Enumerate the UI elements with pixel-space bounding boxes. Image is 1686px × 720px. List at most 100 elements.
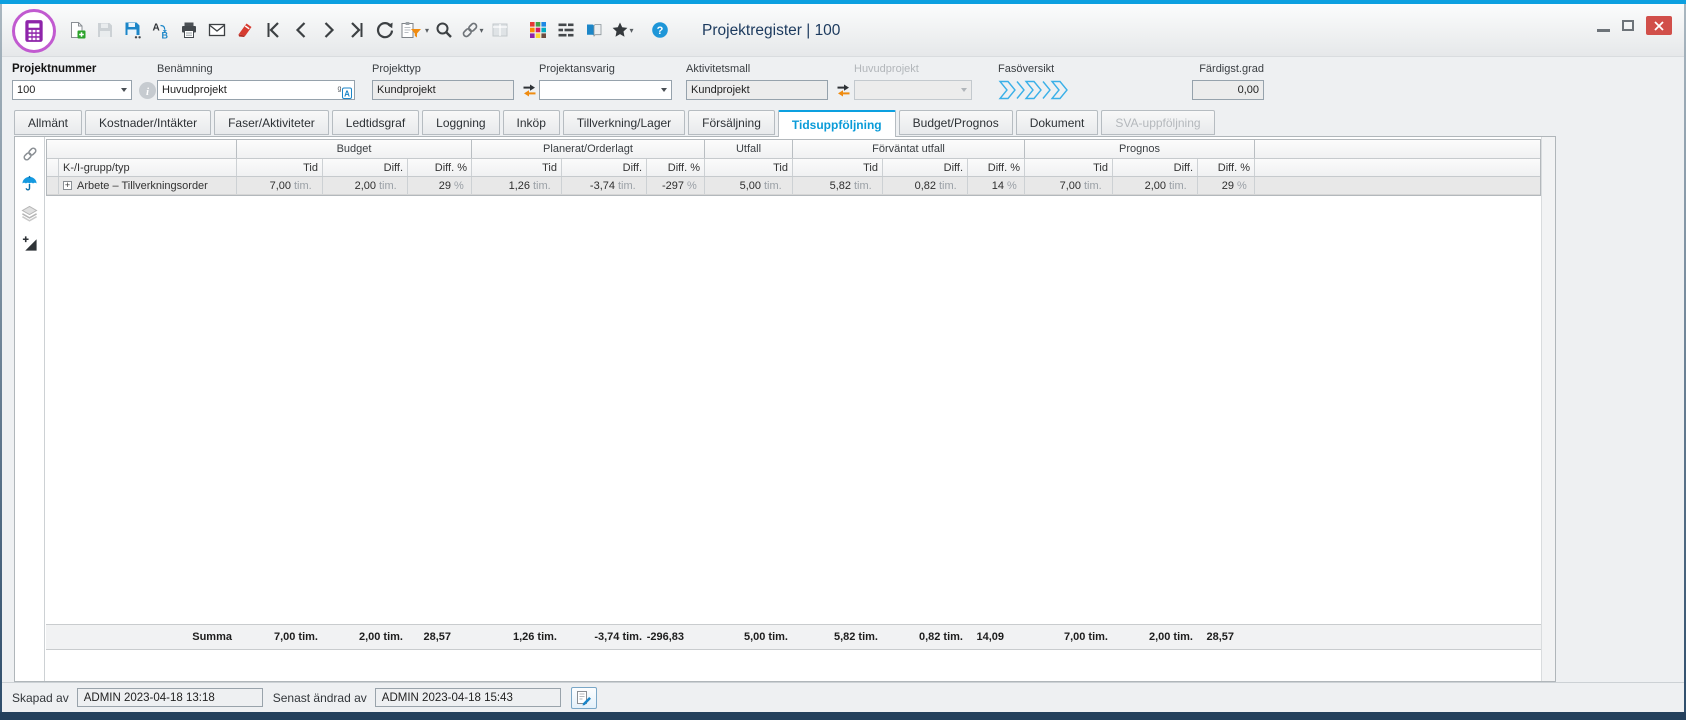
- group-header-utfall: Utfall: [705, 140, 793, 158]
- edit-note-button[interactable]: [571, 687, 597, 709]
- header-utfall-tid[interactable]: Tid: [705, 159, 793, 176]
- group-header-empty: [47, 140, 237, 158]
- expand-icon[interactable]: [63, 181, 72, 190]
- aktivitetsmall-label: Aktivitetsmall: [686, 63, 828, 75]
- projektansvarig-combobox[interactable]: [539, 80, 672, 100]
- info-button[interactable]: i: [137, 80, 157, 100]
- title-bar: AB ▾ ▾ ▾ ? Projektregister | 100: [2, 4, 1684, 57]
- new-record-icon[interactable]: [64, 17, 90, 43]
- list-window-filter-icon[interactable]: ▾: [400, 17, 429, 43]
- reports-icon[interactable]: [581, 17, 607, 43]
- cell-budget-diff: 2,00tim.: [323, 177, 408, 194]
- aktivitetsmall-jump-icon[interactable]: [833, 80, 853, 100]
- dropdown-caret-icon: ▾: [480, 26, 484, 35]
- help-icon[interactable]: ?: [647, 17, 673, 43]
- svg-text:A: A: [344, 89, 350, 98]
- vertical-scrollbar[interactable]: [1541, 137, 1555, 681]
- refresh-icon[interactable]: [372, 17, 398, 43]
- header-plan-tid[interactable]: Tid: [472, 159, 562, 176]
- huvudprojekt-combobox: [854, 80, 972, 100]
- chevron-down-icon: [121, 88, 127, 92]
- fardigstgrad-label: Färdigst.grad: [1192, 63, 1264, 75]
- print-icon[interactable]: [176, 17, 202, 43]
- benamning-label: Benämning: [157, 63, 355, 75]
- header-prognos-diffpct[interactable]: Diff. %: [1198, 159, 1255, 176]
- cell-plan-diff: -3,74tim.: [562, 177, 647, 194]
- maximize-icon[interactable]: [1622, 20, 1634, 31]
- tab-forsaljning[interactable]: Försäljning: [688, 110, 775, 135]
- table-header-row: K-/I-grupp/typ Tid Diff. Diff. % Tid Dif…: [47, 159, 1540, 177]
- tab-tidsuppfoljning[interactable]: Tidsuppföljning: [778, 110, 896, 137]
- header-budget-diff[interactable]: Diff.: [323, 159, 408, 176]
- footer-bar: Skapad av ADMIN 2023-04-18 13:18 Senast …: [2, 682, 1684, 712]
- dropdown-caret-icon: ▾: [630, 26, 634, 35]
- modified-by-field: ADMIN 2023-04-18 15:43: [375, 688, 561, 707]
- header-plan-diff[interactable]: Diff.: [562, 159, 647, 176]
- umbrella-icon[interactable]: [21, 175, 38, 197]
- cell-prognos-diffpct: 29%: [1198, 177, 1255, 194]
- group-header-budget: Budget: [237, 140, 472, 158]
- link-icon[interactable]: [22, 146, 38, 167]
- linked-records-icon[interactable]: ▾: [459, 17, 485, 43]
- minimize-icon[interactable]: [1597, 29, 1610, 32]
- header-forv-tid[interactable]: Tid: [793, 159, 883, 176]
- header-indicator: [47, 159, 59, 176]
- projekttyp-field[interactable]: Kundprojekt: [372, 80, 514, 100]
- chart-icon[interactable]: [21, 235, 38, 257]
- time-followup-table: Budget Planerat/Orderlagt Utfall Förvänt…: [46, 139, 1541, 196]
- row-indicator: [47, 177, 59, 194]
- tab-ledtidsgraf[interactable]: Ledtidsgraf: [332, 110, 419, 135]
- tab-bar: Allmänt Kostnader/Intäkter Faser/Aktivit…: [14, 110, 1215, 136]
- header-budget-diffpct[interactable]: Diff. %: [408, 159, 472, 176]
- summary-forv-diffpct: 14,09: [967, 631, 1024, 643]
- save-as-icon[interactable]: [120, 17, 146, 43]
- tab-kostnader-intakter[interactable]: Kostnader/Intäkter: [85, 110, 211, 135]
- next-record-icon[interactable]: [316, 17, 342, 43]
- tab-dokument[interactable]: Dokument: [1016, 110, 1099, 135]
- first-record-icon[interactable]: [260, 17, 286, 43]
- svg-text:A: A: [153, 23, 160, 34]
- search-icon[interactable]: [431, 17, 457, 43]
- tab-faser-aktiviteter[interactable]: Faser/Aktiviteter: [214, 110, 329, 135]
- rename-icon[interactable]: AB: [148, 17, 174, 43]
- tab-allmant[interactable]: Allmänt: [14, 110, 82, 135]
- benamning-input[interactable]: Huvudprojekt gA: [157, 80, 355, 100]
- header-plan-diffpct[interactable]: Diff. %: [647, 159, 705, 176]
- tab-content-panel: Budget Planerat/Orderlagt Utfall Förvänt…: [14, 136, 1556, 682]
- tab-inkop[interactable]: Inköp: [503, 110, 560, 135]
- projekttyp-jump-icon[interactable]: [519, 80, 539, 100]
- header-ki-grupp-typ[interactable]: K-/I-grupp/typ: [59, 159, 237, 176]
- tab-sva-uppfoljning: SVA-uppföljning: [1101, 110, 1214, 135]
- last-record-icon[interactable]: [344, 17, 370, 43]
- header-forv-diffpct[interactable]: Diff. %: [968, 159, 1025, 176]
- translate-icon[interactable]: gA: [337, 84, 352, 102]
- window-left-border: [0, 4, 2, 720]
- summary-prognos-diffpct: 28,57: [1197, 631, 1254, 643]
- email-icon[interactable]: [204, 17, 230, 43]
- close-icon[interactable]: [1646, 16, 1672, 35]
- tab-budget-prognos[interactable]: Budget/Prognos: [899, 110, 1013, 135]
- tab-loggning[interactable]: Loggning: [422, 110, 499, 135]
- header-forv-diff[interactable]: Diff.: [883, 159, 968, 176]
- summary-plan-diff: -3,74 tim.: [561, 631, 646, 643]
- cell-prognos-diff: 2,00tim.: [1113, 177, 1198, 194]
- aktivitetsmall-field[interactable]: Kundprojekt: [686, 80, 828, 100]
- delete-icon[interactable]: [232, 17, 258, 43]
- display-options-icon[interactable]: [553, 17, 579, 43]
- header-budget-tid[interactable]: Tid: [237, 159, 323, 176]
- header-prognos-diff[interactable]: Diff.: [1113, 159, 1198, 176]
- app-logo-calculator: [12, 9, 56, 53]
- tab-tillverkning-lager[interactable]: Tillverkning/Lager: [563, 110, 685, 135]
- summary-plan-diffpct: -296,83: [646, 631, 704, 643]
- favorites-icon[interactable]: ▾: [609, 17, 635, 43]
- fardigstgrad-field[interactable]: 0,00: [1192, 80, 1264, 100]
- table-row[interactable]: Arbete – Tillverkningsorder 7,00tim. 2,0…: [47, 177, 1540, 195]
- summary-prognos-diff: 2,00 tim.: [1112, 631, 1197, 643]
- color-grid-icon[interactable]: [525, 17, 551, 43]
- layers-icon[interactable]: [21, 205, 38, 227]
- header-prognos-tid[interactable]: Tid: [1025, 159, 1113, 176]
- projektnummer-combobox[interactable]: 100: [12, 80, 132, 100]
- save-icon[interactable]: [92, 17, 118, 43]
- app-window: AB ▾ ▾ ▾ ? Projektregister | 100: [0, 0, 1686, 720]
- previous-record-icon[interactable]: [288, 17, 314, 43]
